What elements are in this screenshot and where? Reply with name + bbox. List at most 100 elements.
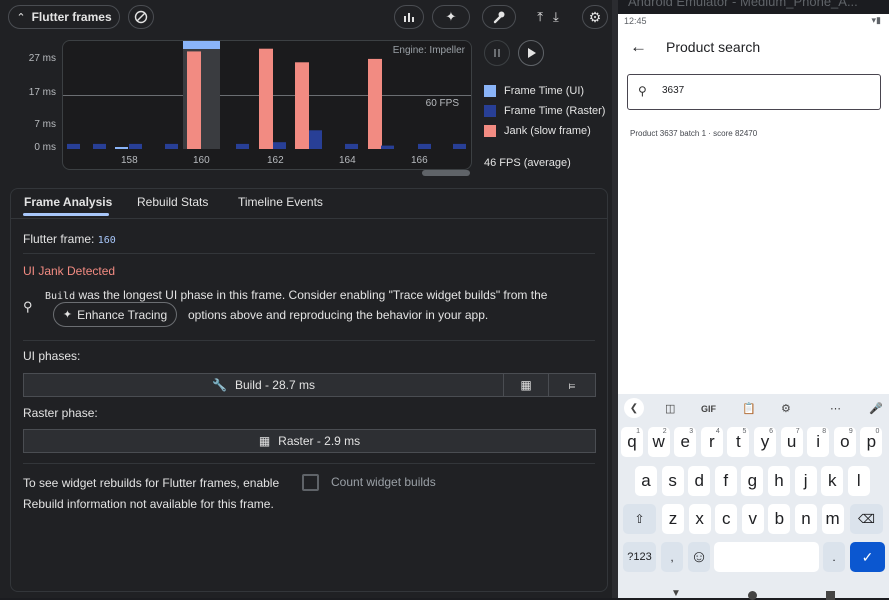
key-p[interactable]: p0 [860,427,883,457]
selected-frame-cap [183,41,220,49]
back-arrow-icon[interactable]: ← [630,37,647,57]
legend-jank: Jank (slow frame) [484,125,591,137]
frame-bar-raster[interactable] [309,130,322,149]
frame-bar-raster[interactable] [345,143,358,149]
paint-phase-bar[interactable]: ⫢ [548,373,596,397]
mic-icon[interactable]: 🎤 [869,402,883,415]
frame-bar-raster[interactable] [93,143,106,149]
key-g[interactable]: g [741,466,764,496]
flutter-frame-value: 160 [97,235,116,246]
enter-key[interactable]: ✓ [850,542,885,572]
chart-scrollbar[interactable] [422,170,470,176]
frame-bar-raster[interactable] [165,143,178,149]
key-h[interactable]: h [768,466,790,496]
nav-recents-icon[interactable] [826,591,835,600]
pause-button[interactable] [484,40,510,66]
nav-back-icon[interactable]: ▼ [671,588,681,599]
frame-bar-jank[interactable] [187,51,201,149]
pause-icon [494,49,500,57]
key-l[interactable]: l [847,466,870,496]
frame-bar-raster[interactable] [129,143,142,149]
sparkle-icon: ✦ [62,309,73,321]
tab-frame-analysis[interactable]: Frame Analysis [24,195,112,209]
play-icon [528,48,536,58]
keyboard-collapse-icon[interactable]: ❮ [624,398,644,418]
gif-icon[interactable]: GIF [701,404,716,414]
key-i[interactable]: i8 [807,427,830,457]
x-tick-166: 166 [411,155,428,166]
key-r[interactable]: r4 [700,427,723,457]
shift-key[interactable]: ⇧ [623,504,656,534]
clipboard-icon[interactable]: 📋 [742,402,756,415]
key-c[interactable]: c [715,504,738,534]
count-widget-builds-checkbox[interactable] [302,474,319,491]
raster-phase-label-text: Raster - 2.9 ms [278,434,361,448]
key-a[interactable]: a [635,466,657,496]
key-k[interactable]: k [821,466,844,496]
symbols-key[interactable]: ?123 [623,542,656,572]
wrench-icon: 🔧 [212,378,227,392]
key-e[interactable]: e3 [674,427,697,457]
key-s[interactable]: s [661,466,684,496]
key-x[interactable]: x [688,504,711,534]
raster-phase-label: Raster phase: [23,406,98,420]
tab-timeline-events[interactable]: Timeline Events [238,195,323,209]
layout-phase-bar[interactable]: ▦ [503,373,549,397]
key-z[interactable]: z [662,504,684,534]
download-icon[interactable]: ⤓ [553,9,559,25]
key-hint: 4 [715,428,720,435]
gear-button[interactable]: ⚙ [582,5,608,29]
period-key[interactable]: . [823,542,845,572]
key-d[interactable]: d [688,466,711,496]
build-phase-bar[interactable]: 🔧 Build - 28.7 ms [23,373,504,397]
frame-chart[interactable]: Engine: Impeller 60 FPS 158 160 162 164 … [62,40,472,170]
search-result[interactable]: Product 3637 batch 1 · score 82470 [630,129,757,138]
clear-button[interactable] [128,5,154,29]
key-v[interactable]: v [741,504,764,534]
frame-bar-jank[interactable] [295,62,309,149]
raster-phase-bar[interactable]: ▦ Raster - 2.9 ms [23,429,596,453]
key-t[interactable]: t5 [727,427,750,457]
comma-key[interactable]: , [661,542,683,572]
frame-bar-raster[interactable] [273,142,286,149]
hint-code: Build [45,291,76,302]
key-j[interactable]: j [794,466,817,496]
tab-rebuild-stats[interactable]: Rebuild Stats [137,195,208,209]
key-u[interactable]: u7 [780,427,803,457]
key-hint: 9 [848,428,853,435]
search-field[interactable]: ⚲ 3637 [627,74,881,110]
more-icon[interactable]: ⋯ [830,402,841,415]
resume-button[interactable] [518,40,544,66]
key-hint: 1 [636,428,640,435]
frame-bar-raster[interactable] [236,143,249,149]
frame-bar-raster[interactable] [418,143,431,149]
key-b[interactable]: b [768,504,791,534]
space-key[interactable] [714,542,819,572]
upload-icon[interactable]: ⤒ [537,9,543,25]
key-f[interactable]: f [714,466,737,496]
y-tick-7: 7 ms [34,119,56,130]
ai-assist-button[interactable]: ✦ [432,5,470,29]
key-o[interactable]: o9 [833,427,856,457]
key-n[interactable]: n [795,504,817,534]
frame-bar-jank[interactable] [259,48,273,149]
key-y[interactable]: y6 [754,427,776,457]
key-m[interactable]: m [821,504,844,534]
enhance-tracing-button[interactable]: ✦ Enhance Tracing [53,302,177,327]
settings-wrench-button[interactable] [482,5,516,29]
frame-bar-raster[interactable] [381,145,394,149]
flutter-frames-toggle[interactable]: ⌃ Flutter frames [8,5,120,29]
nav-home-icon[interactable] [748,591,757,600]
backspace-key[interactable]: ⌫ [850,504,883,534]
frame-bar-jank[interactable] [368,58,382,149]
frame-bar-raster[interactable] [67,143,80,149]
emoji-key[interactable]: ☺ [688,542,710,572]
performance-chart-button[interactable] [394,5,424,29]
frame-bar-raster[interactable] [453,143,466,149]
frame-bar-ui[interactable] [115,147,128,149]
sticker-icon[interactable]: ◫ [665,402,675,415]
gear-icon[interactable]: ⚙ [781,402,791,415]
key-q[interactable]: q1 [621,427,643,457]
enhance-tracing-label: Enhance Tracing [77,307,168,322]
key-w[interactable]: w2 [647,427,670,457]
